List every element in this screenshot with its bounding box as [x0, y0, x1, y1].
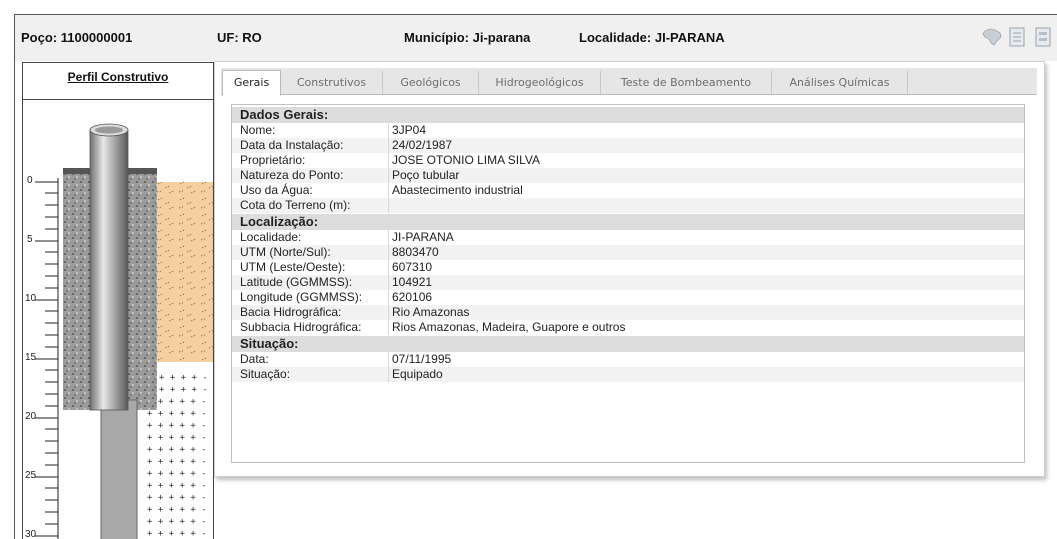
table-row: Bacia Hidrográfica: Rio Amazonas: [232, 305, 1024, 320]
tab-geologicos[interactable]: Geológicos: [383, 71, 479, 94]
table-row: Natureza do Ponto: Poço tubular: [232, 168, 1024, 183]
app-frame: Poço: 1100000001 UF: RO Município: Ji-pa…: [14, 14, 1057, 539]
construction-profile-panel: Perfil Construtivo + + + + - + + + + - +…: [22, 62, 214, 539]
well-profile-drawing: + + + + - + + + + - + + + + + - + + + + …: [35, 123, 213, 539]
table-row: Uso da Água: Abastecimento industrial: [240, 183, 523, 198]
section-header: Dados Gerais:: [232, 107, 1024, 123]
sand-layer: [157, 182, 213, 362]
table-row: Localidade: JI-PARANA: [240, 230, 454, 245]
table-row: Nome: 3JP04: [240, 123, 427, 138]
well-id: Poço: 1100000001: [21, 30, 133, 45]
table-row: Situação: Equipado: [232, 367, 1024, 382]
table-row: UTM (Norte/Sul): 8803470: [232, 245, 1024, 260]
well-municipality: Município: Ji-parana: [404, 30, 531, 45]
table-row: Proprietário: JOSE OTONIO LIMA SILVA: [240, 153, 541, 168]
tab-teste-bombeamento[interactable]: Teste de Bombeamento: [601, 71, 772, 94]
depth-label: 20: [25, 411, 37, 422]
svg-text:+ + + + + -: + + + + + -: [147, 421, 207, 431]
table-row: Latitude (GGMMSS): 104921: [232, 275, 1024, 290]
tab-gerais[interactable]: Gerais: [222, 70, 281, 96]
svg-text:+ + + + + -: + + + + + -: [147, 445, 207, 455]
tab-construtivos[interactable]: Construtivos: [281, 71, 383, 94]
table-row: Longitude (GGMMSS): 620106: [240, 290, 433, 305]
table-row: Data: 07/11/1995: [240, 352, 452, 367]
depth-label: 25: [25, 470, 37, 481]
svg-text:+ + + + + -: + + + + + -: [147, 457, 207, 467]
svg-text:+ + + + -: + + + + -: [159, 373, 208, 383]
table-row: Cota do Terreno (m):: [232, 198, 1024, 213]
construction-profile-title[interactable]: Perfil Construtivo: [23, 63, 213, 100]
tab-bar: Gerais Construtivos Geológicos Hidrogeol…: [221, 68, 1037, 96]
depth-label: 15: [25, 352, 37, 363]
svg-text:+ + + + + -: + + + + + -: [147, 433, 207, 443]
section-header: Localização:: [232, 214, 1024, 230]
well-header: Poço: 1100000001 UF: RO Município: Ji-pa…: [15, 15, 1057, 61]
well-details-popup: Gerais Construtivos Geológicos Hidrogeol…: [214, 61, 1045, 477]
tab-analises-quimicas[interactable]: Análises Químicas: [772, 71, 908, 94]
svg-text:+ + + + + -: + + + + + -: [147, 517, 207, 527]
tab-hidrogeologicos[interactable]: Hidrogeológicos: [479, 71, 601, 94]
brazil-map-icon[interactable]: [981, 27, 1003, 47]
svg-text:+ + + + + -: + + + + + -: [147, 481, 207, 491]
depth-scale-ticks: [35, 181, 58, 537]
report-icon[interactable]: [1035, 27, 1051, 47]
depth-label: 0: [27, 175, 33, 186]
svg-text:+ + + + + -: + + + + + -: [147, 469, 207, 479]
svg-text:+ + + + -: + + + + -: [159, 385, 208, 395]
table-row: Subbacia Hidrográfica: Rios Amazonas, Mad…: [240, 320, 626, 335]
table-row: Data da Instalação: 24/02/1987: [232, 138, 1024, 153]
depth-label: 10: [25, 293, 37, 304]
casing-pipe: [89, 129, 129, 411]
svg-text:+ + + + + -: + + + + + -: [147, 409, 207, 419]
well-state: UF: RO: [217, 30, 262, 45]
section-header: Situação:: [232, 336, 1024, 352]
well-locality: Localidade: JI-PARANA: [579, 30, 725, 45]
table-row: UTM (Leste/Oeste): 607310: [240, 260, 433, 275]
document-icon[interactable]: [1009, 27, 1025, 47]
general-data-table: Dados Gerais: Nome: 3JP04 Data da Instala…: [231, 104, 1025, 463]
depth-label: 5: [27, 234, 33, 245]
svg-text:+ + + + + -: + + + + + -: [147, 505, 207, 515]
screen-pipe: [100, 399, 138, 539]
svg-text:+ + + + + -: + + + + + -: [147, 493, 207, 503]
